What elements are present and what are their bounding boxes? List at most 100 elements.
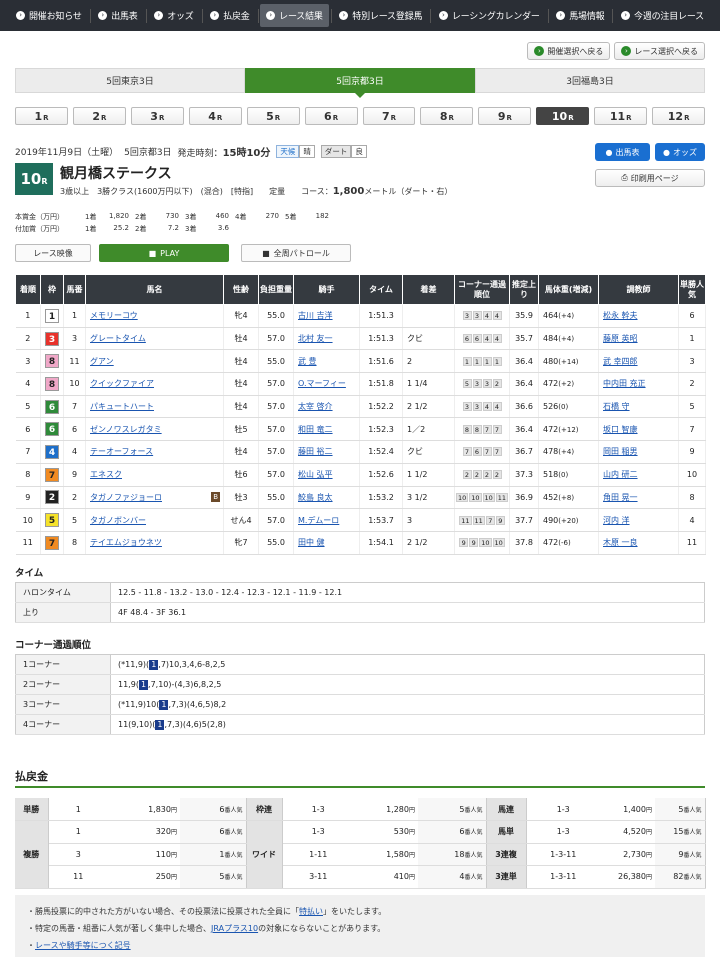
race-tab-4[interactable]: 4R bbox=[188, 107, 242, 125]
horse-name-link[interactable]: タガノボンバー bbox=[90, 516, 146, 525]
jockey-link[interactable]: O.マーフィー bbox=[298, 379, 346, 388]
odds-button[interactable]: ● オッズ bbox=[655, 143, 705, 161]
header-2: 馬番 bbox=[63, 274, 86, 305]
trainer-link[interactable]: 松永 幹夫 bbox=[603, 311, 638, 320]
weight-carried: 57.0 bbox=[258, 327, 294, 351]
nav-item-3[interactable]: › 払戻金 bbox=[204, 4, 255, 27]
body-weight: 480(+14) bbox=[538, 349, 599, 374]
horse-name-link[interactable]: グレートタイム bbox=[90, 334, 146, 343]
play-button[interactable]: ■ PLAY bbox=[99, 244, 229, 262]
race-tab-2[interactable]: 2R bbox=[72, 107, 126, 125]
trainer-link[interactable]: 山内 研二 bbox=[603, 470, 638, 479]
horse-name-link[interactable]: テイエムジョウネツ bbox=[90, 538, 162, 547]
note-link[interactable]: JRAプラス10 bbox=[211, 924, 258, 933]
race-tab-1[interactable]: 1R bbox=[15, 107, 68, 125]
jockey-link[interactable]: 古川 吉洋 bbox=[298, 311, 333, 320]
finish-time: 1:52.2 bbox=[359, 395, 403, 419]
horse-name-link[interactable]: ゼンノワスレガタミ bbox=[90, 425, 162, 434]
payout-divider bbox=[15, 786, 705, 788]
race-tab-10[interactable]: 10 R bbox=[536, 107, 590, 125]
back-to-meeting-button[interactable]: › 開催選択へ戻る bbox=[527, 42, 611, 60]
note-link[interactable]: 特払い bbox=[299, 907, 323, 916]
race-tab-6[interactable]: 6R bbox=[304, 107, 358, 125]
race-tab-9[interactable]: 9R bbox=[478, 107, 532, 125]
nav-item-2[interactable]: › オッズ bbox=[148, 4, 199, 27]
jockey-link[interactable]: 北村 友一 bbox=[298, 334, 333, 343]
horse-name-link[interactable]: タガノファジョーロ bbox=[90, 493, 162, 502]
body-weight: 464(+4) bbox=[538, 304, 599, 328]
nav-item-8[interactable]: › 今週の注目レース bbox=[615, 4, 710, 27]
frame-badge: 6 bbox=[45, 422, 59, 437]
race-tab-5[interactable]: 5R bbox=[246, 107, 300, 125]
nav-item-1[interactable]: › 出馬表 bbox=[92, 4, 143, 27]
jockey-link[interactable]: 藤田 裕二 bbox=[298, 447, 333, 456]
meeting-tab-0[interactable]: 5回東京3日 bbox=[15, 68, 245, 93]
meeting-tab-1[interactable]: 5回京都3日 bbox=[245, 68, 475, 98]
nav-item-6[interactable]: › レーシングカレンダー bbox=[433, 4, 546, 27]
entry-button[interactable]: ● 出馬表 bbox=[595, 143, 650, 161]
note-link[interactable]: レースや騎手等につく記号 bbox=[35, 941, 131, 950]
horse-name-link[interactable]: クイックファイア bbox=[90, 379, 154, 388]
race-tab-8[interactable]: 8R bbox=[420, 107, 474, 125]
payout-amount: 1,580 bbox=[386, 849, 409, 859]
nav-item-7[interactable]: › 馬場情報 bbox=[550, 4, 610, 27]
finish-time: 1:53.2 bbox=[359, 486, 403, 510]
jockey-link[interactable]: M.デムーロ bbox=[298, 516, 339, 525]
sex-age: 牡4 bbox=[223, 349, 259, 374]
nav-item-0[interactable]: › 開催お知らせ bbox=[10, 4, 88, 27]
finish-time: 1:52.4 bbox=[359, 440, 403, 464]
bullet-icon: ・ bbox=[27, 924, 35, 933]
jockey-link[interactable]: 和田 竜二 bbox=[298, 425, 333, 434]
jockey-link[interactable]: 鮫島 良太 bbox=[298, 493, 333, 502]
payout-popularity: 82 bbox=[673, 872, 684, 882]
trainer-link[interactable]: 中内田 充正 bbox=[603, 379, 646, 388]
trainer-link[interactable]: 角田 晃一 bbox=[603, 493, 638, 502]
frame-cell: 8 bbox=[40, 349, 64, 374]
race-tab-12[interactable]: 12 R bbox=[652, 107, 706, 125]
frame-cell: 2 bbox=[40, 486, 64, 510]
last-3f: 37.3 bbox=[509, 463, 539, 487]
trainer-link[interactable]: 武 幸四郎 bbox=[603, 357, 638, 366]
race-tab-11[interactable]: 11 R bbox=[594, 107, 648, 125]
sex-age: 牡3 bbox=[223, 486, 259, 510]
horse-name-link[interactable]: グアン bbox=[90, 357, 114, 366]
trainer-link[interactable]: 石橋 守 bbox=[603, 402, 630, 411]
trainer-link[interactable]: 岡田 稲男 bbox=[603, 447, 638, 456]
horse-name-link[interactable]: テーオーフォース bbox=[90, 447, 153, 456]
race-tab-3[interactable]: 3R bbox=[130, 107, 184, 125]
prize-value: 1着 bbox=[85, 213, 97, 221]
meeting-tab-2[interactable]: 3回福島3日 bbox=[475, 68, 705, 93]
print-page-button[interactable]: ⎙ 印刷用ページ bbox=[595, 169, 705, 187]
margin: 2 1/2 bbox=[402, 395, 455, 419]
horse-name-link[interactable]: パキュートハート bbox=[90, 402, 154, 411]
corner-position: 2 bbox=[482, 470, 492, 480]
trainer-link[interactable]: 坂口 智康 bbox=[603, 425, 638, 434]
prize-value: 1,820 bbox=[108, 212, 129, 220]
horse-cell: エネスク bbox=[85, 463, 224, 487]
race-tab-7[interactable]: 7R bbox=[362, 107, 416, 125]
start-time: 15時10分 bbox=[222, 148, 271, 159]
jockey-link[interactable]: 武 豊 bbox=[298, 357, 317, 366]
race-tab-number: 12 bbox=[667, 109, 684, 123]
jockey-link[interactable]: 田中 健 bbox=[298, 538, 325, 547]
patrol-video-button[interactable]: ■ 全周パトロール bbox=[241, 244, 351, 262]
jockey-link[interactable]: 太宰 啓介 bbox=[298, 402, 333, 411]
trainer-link[interactable]: 河内 洋 bbox=[603, 516, 630, 525]
nav-item-label: レース結果 bbox=[279, 12, 323, 22]
nav-item-4[interactable]: › レース結果 bbox=[260, 4, 329, 27]
yen-unit: 円 bbox=[645, 874, 652, 882]
back-to-race-button[interactable]: › レース選択へ戻る bbox=[614, 42, 705, 60]
payout-type-sanrentan: 3連単 bbox=[486, 865, 527, 889]
body-weight-diff: (0) bbox=[558, 471, 569, 480]
jockey-link[interactable]: 松山 弘平 bbox=[298, 470, 333, 479]
prize-value: 3着 bbox=[185, 213, 197, 221]
payout-popularity: 15 bbox=[673, 827, 684, 837]
nav-item-5[interactable]: › 特別レース登録馬 bbox=[333, 4, 428, 27]
body-weight-value: 484 bbox=[543, 334, 559, 344]
horse-name-link[interactable]: メモリーコウ bbox=[90, 311, 138, 320]
horse-name-link[interactable]: エネスク bbox=[90, 470, 122, 479]
corner-position: 11 bbox=[459, 515, 472, 525]
trainer-link[interactable]: 藤原 英昭 bbox=[603, 334, 638, 343]
trainer-link[interactable]: 木原 一良 bbox=[603, 538, 638, 547]
payout-combination: 3 bbox=[48, 843, 108, 866]
